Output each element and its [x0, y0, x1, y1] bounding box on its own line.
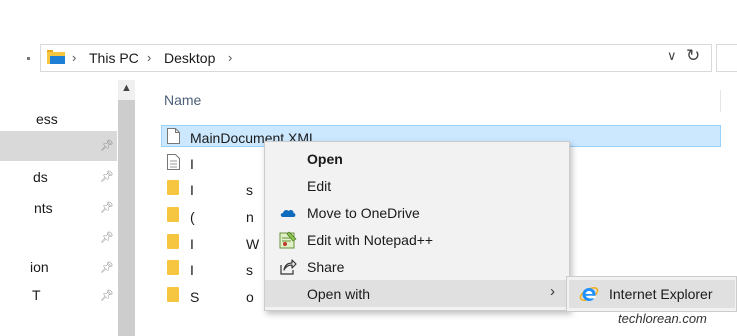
search-box[interactable]: [716, 44, 737, 72]
folder-icon: [167, 287, 179, 302]
menu-item-label: Share: [307, 259, 345, 275]
title-strip: [0, 0, 737, 36]
breadcrumb-desktop[interactable]: Desktop: [164, 49, 215, 67]
pin-icon[interactable]: 📌︎: [100, 231, 114, 244]
pin-icon[interactable]: 📌︎: [100, 170, 114, 183]
menu-item-move-to-onedrive[interactable]: Move to OneDrive: [265, 199, 569, 226]
file-name-fragment[interactable]: (: [190, 208, 195, 226]
nav-scrollbar-thumb[interactable]: [118, 100, 135, 336]
breadcrumb-this-pc[interactable]: This PC: [89, 49, 139, 67]
menu-item-open-with[interactable]: Open with ›: [265, 280, 569, 307]
submenu-item-internet-explorer[interactable]: Internet Explorer: [569, 280, 735, 308]
onedrive-cloud-icon: [280, 209, 296, 217]
file-name-fragment[interactable]: s: [246, 261, 253, 279]
folder-icon: [167, 260, 179, 275]
menu-item-edit-with-notepad[interactable]: Edit with Notepad++: [265, 226, 569, 253]
menu-item-label: Move to OneDrive: [307, 205, 420, 221]
menu-item-label: Edit: [307, 178, 332, 194]
file-name-fragment[interactable]: W: [246, 235, 259, 253]
watermark: techlorean.com: [618, 311, 707, 326]
file-name-fragment[interactable]: I: [190, 155, 194, 173]
nav-item-label[interactable]: nts: [34, 199, 53, 217]
file-name-fragment[interactable]: n: [246, 208, 254, 226]
open-with-submenu: Internet Explorer: [566, 276, 737, 312]
file-icon: [167, 128, 180, 144]
breadcrumb-chevron[interactable]: ›: [72, 49, 76, 67]
folder-icon: [47, 50, 65, 64]
file-name-fragment[interactable]: I: [190, 235, 194, 253]
nav-item-label[interactable]: ds: [33, 168, 48, 186]
breadcrumb-chevron[interactable]: ›: [228, 49, 232, 67]
nav-item-label[interactable]: ess: [36, 110, 58, 128]
nav-item-label[interactable]: T: [32, 286, 41, 304]
document-icon: [167, 154, 180, 170]
pin-icon[interactable]: 📌︎: [100, 201, 114, 214]
folder-icon: [167, 207, 179, 222]
file-name-fragment[interactable]: S: [190, 288, 199, 306]
menu-item-share[interactable]: Share: [265, 253, 569, 280]
folder-icon: [167, 180, 179, 195]
menu-item-label: Edit with Notepad++: [307, 232, 434, 248]
address-bar[interactable]: [40, 44, 712, 72]
file-name-fragment[interactable]: I: [190, 181, 194, 199]
menu-item-edit[interactable]: Edit: [265, 172, 569, 199]
pin-icon[interactable]: 📌︎: [100, 289, 114, 302]
pin-icon[interactable]: 📌︎: [100, 261, 114, 274]
menu-item-label: Open with: [307, 286, 371, 302]
breadcrumb-chevron[interactable]: ›: [147, 49, 151, 67]
file-name-fragment[interactable]: I: [190, 261, 194, 279]
column-separator[interactable]: [720, 90, 721, 112]
folder-icon: [167, 234, 179, 249]
column-header-name[interactable]: Name: [164, 92, 201, 108]
share-icon: [280, 259, 297, 275]
internet-explorer-icon: [579, 287, 599, 301]
context-menu: Open Edit Move to OneDrive Edit with Not…: [264, 141, 570, 311]
submenu-item-label: Internet Explorer: [609, 286, 713, 302]
menu-item-label: Open: [307, 151, 343, 167]
file-name-fragment[interactable]: s: [246, 181, 253, 199]
chevron-right-icon: ›: [550, 283, 555, 300]
pin-icon[interactable]: 📌︎: [100, 139, 114, 152]
chevron-down-icon[interactable]: ∨: [667, 48, 677, 64]
menu-item-open[interactable]: Open: [265, 145, 569, 172]
back-nav-indicator: [27, 57, 30, 60]
scroll-up-arrow-icon[interactable]: ▲: [118, 82, 135, 98]
notepad-plus-plus-icon: [279, 231, 297, 249]
file-name-fragment[interactable]: o: [246, 288, 254, 306]
refresh-icon[interactable]: ↻: [686, 46, 700, 66]
nav-item-label[interactable]: ion: [30, 258, 49, 276]
